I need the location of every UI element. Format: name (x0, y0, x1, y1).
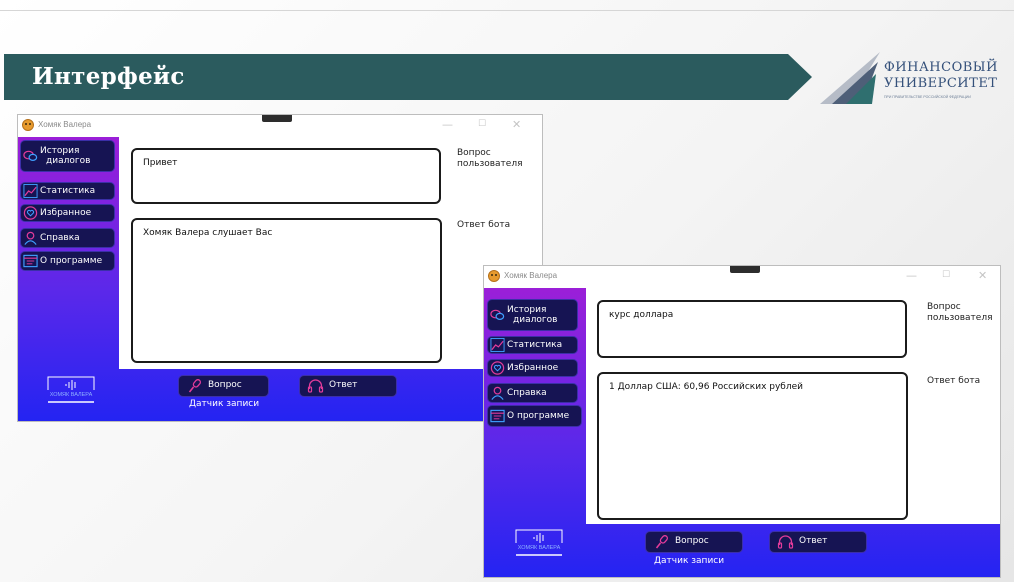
nav-history-label: История диалогов (507, 305, 557, 325)
headphones-icon (777, 535, 794, 549)
app-content: История диалогов Статистика Избранное Спр… (18, 137, 542, 421)
chart-icon (23, 183, 38, 199)
minimize-button[interactable]: — (906, 270, 917, 281)
top-divider (0, 10, 1014, 11)
close-button[interactable]: ✕ (978, 270, 987, 281)
heart-icon (23, 206, 38, 220)
hamster-logo: ХОМЯК ВАЛЕРА (504, 526, 574, 560)
title-bar[interactable]: Хомяк Валера — ☐ ✕ (18, 115, 542, 137)
window-title: Хомяк Валера (38, 120, 92, 129)
window-icon (23, 254, 38, 268)
question-label: Вопрос пользователя (927, 302, 993, 323)
answer-box[interactable]: 1 Доллар США: 60,96 Российских рублей (597, 372, 908, 520)
nav-about-button[interactable]: О программе (21, 252, 114, 270)
nav-history-line1: История (40, 146, 80, 156)
recording-sensor-label: Датчик записи (654, 556, 725, 566)
hamster-icon (488, 270, 500, 282)
nav-help-label: Справка (40, 233, 80, 243)
heart-icon (490, 361, 505, 375)
recording-sensor-label: Датчик записи (189, 399, 260, 409)
nav-statistics-label: Статистика (507, 340, 563, 350)
answer-button-label: Ответ (799, 536, 828, 546)
ask-button[interactable]: Вопрос (179, 376, 268, 396)
microphone-icon (188, 379, 201, 393)
nav-about-label: О программе (40, 256, 103, 266)
nav-favorites-button[interactable]: Избранное (21, 205, 114, 221)
answer-button[interactable]: Ответ (770, 532, 866, 552)
soundwave-icon (515, 529, 563, 556)
answer-button[interactable]: Ответ (300, 376, 396, 396)
slide-title: Интерфейс (32, 63, 185, 90)
camera-notch (262, 115, 292, 122)
logo-text-line2: УНИВЕРСИТЕТ (884, 76, 998, 91)
nav-statistics-label: Статистика (40, 186, 96, 196)
answer-label: Ответ бота (457, 220, 511, 230)
window-icon (490, 409, 505, 423)
answer-box[interactable]: Хомяк Валера слушает Вас (131, 218, 442, 363)
soundwave-icon (47, 376, 95, 403)
nav-favorites-button[interactable]: Избранное (488, 360, 577, 376)
hamster-logo-label: ХОМЯК ВАЛЕРА (49, 392, 93, 398)
question-label: Вопрос пользователя (457, 148, 523, 169)
nav-about-label: О программе (507, 411, 570, 421)
chart-icon (490, 337, 505, 353)
nav-history-button[interactable]: История диалогов (488, 300, 577, 330)
nav-statistics-button[interactable]: Статистика (21, 183, 114, 199)
ask-button-label: Вопрос (675, 536, 709, 546)
nav-help-label: Справка (507, 388, 547, 398)
minimize-button[interactable]: — (442, 119, 453, 130)
close-button[interactable]: ✕ (512, 119, 521, 130)
hamster-logo: ХОМЯК ВАЛЕРА (36, 373, 106, 407)
nav-statistics-button[interactable]: Статистика (488, 337, 577, 353)
logo-subtitle: ПРИ ПРАВИТЕЛЬСТВЕ РОССИЙСКОЙ ФЕДЕРАЦИИ (884, 95, 971, 99)
window-title: Хомяк Валера (504, 271, 558, 280)
microphone-icon (655, 535, 668, 549)
title-bar[interactable]: Хомяк Валера — ☐ ✕ (484, 266, 1000, 288)
nav-history-line1: История (507, 305, 547, 315)
logo-text-line1: ФИНАНСОВЫЙ (884, 60, 998, 75)
user-icon (491, 386, 504, 400)
logo-emblem-icon (820, 52, 880, 104)
chat-icon (490, 309, 505, 321)
nav-help-button[interactable]: Справка (21, 229, 114, 247)
ask-button[interactable]: Вопрос (646, 532, 742, 552)
camera-notch (730, 266, 760, 273)
nav-help-button[interactable]: Справка (488, 384, 577, 402)
user-icon (24, 231, 37, 245)
question-box[interactable]: Привет (131, 148, 441, 204)
app-window-2: Хомяк Валера — ☐ ✕ История диалогов Стати… (484, 266, 1000, 577)
nav-favorites-label: Избранное (507, 363, 559, 373)
slide-banner: Интерфейс (4, 54, 812, 100)
answer-button-label: Ответ (329, 380, 358, 390)
hamster-logo-label: ХОМЯК ВАЛЕРА (517, 545, 561, 551)
nav-about-button[interactable]: О программе (488, 406, 581, 426)
nav-history-label: История диалогов (40, 146, 90, 166)
app-window-1: Хомяк Валера — ☐ ✕ История диалогов Стати… (18, 115, 542, 421)
hamster-icon (22, 119, 34, 131)
headphones-icon (307, 379, 324, 393)
nav-history-line2: диалогов (513, 315, 558, 325)
maximize-button[interactable]: ☐ (942, 270, 950, 281)
app-content: История диалогов Статистика Избранное Спр… (484, 288, 1000, 577)
chat-icon (23, 150, 38, 162)
nav-history-button[interactable]: История диалогов (21, 141, 114, 171)
ask-button-label: Вопрос (208, 380, 242, 390)
question-box[interactable]: курс доллара (597, 300, 907, 358)
university-logo: ФИНАНСОВЫЙ УНИВЕРСИТЕТ ПРИ ПРАВИТЕЛЬСТВЕ… (818, 46, 1008, 116)
maximize-button[interactable]: ☐ (478, 119, 486, 130)
nav-favorites-label: Избранное (40, 208, 92, 218)
nav-history-line2: диалогов (46, 156, 91, 166)
answer-label: Ответ бота (927, 376, 981, 386)
